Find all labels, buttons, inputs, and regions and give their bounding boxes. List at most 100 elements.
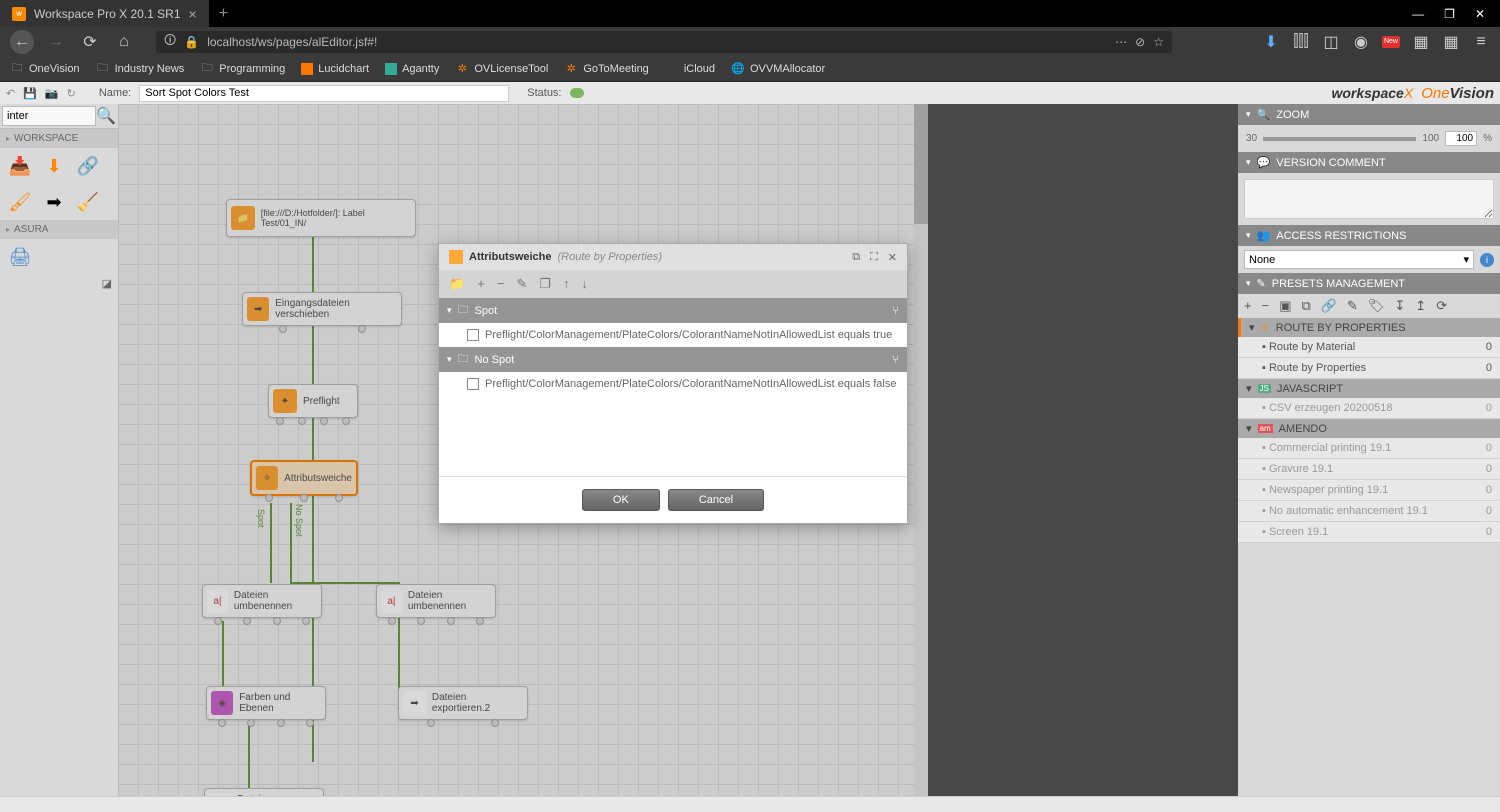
bookmark-industry-news[interactable]: 🗀Industry News	[96, 62, 185, 76]
nav-back-button[interactable]: ←	[10, 30, 34, 54]
expand-icon[interactable]: ⛶	[870, 251, 878, 264]
bookmark-programming[interactable]: 🗀Programming	[200, 62, 285, 76]
tool-clean-icon[interactable]: 🧹	[76, 190, 100, 214]
node-preflight[interactable]: ✦ Preflight	[268, 384, 358, 418]
screenshot-icon[interactable]: ◫	[1322, 33, 1340, 51]
new-badge-icon[interactable]: New	[1382, 36, 1400, 48]
bookmark-agantty[interactable]: Agantty	[385, 63, 439, 75]
bottom-scrollbar[interactable]	[0, 796, 1500, 812]
node-exportieren[interactable]: ➡ Dateien exportieren	[204, 788, 324, 796]
node-attributsweiche[interactable]: ✧ Attributsweiche	[250, 460, 358, 496]
preset-item[interactable]: ▪ Screen 19.10	[1238, 522, 1500, 543]
bookmark-gotomeeting[interactable]: ✲GoToMeeting	[564, 62, 648, 76]
bookmark-star-icon[interactable]: ☆	[1153, 35, 1164, 49]
tool-print-icon[interactable]: 🖨	[8, 245, 32, 269]
maximize-icon[interactable]: ❐	[1444, 7, 1455, 21]
access-select[interactable]: None▾	[1244, 250, 1474, 269]
branch-icon[interactable]: ⑂	[892, 354, 899, 366]
minimize-icon[interactable]: —	[1412, 7, 1424, 21]
refresh-icon[interactable]: ↻	[67, 87, 76, 100]
protection-icon[interactable]: ⊘	[1135, 35, 1145, 49]
tool-import-icon[interactable]: 📥	[8, 154, 32, 178]
access-restrictions-header[interactable]: 👥ACCESS RESTRICTIONS	[1238, 225, 1500, 246]
unlink-icon[interactable]: ⧉	[852, 251, 860, 264]
new-tab-button[interactable]: +	[219, 5, 228, 23]
copy-icon[interactable]: ❐	[539, 276, 551, 292]
new-folder-icon[interactable]: 📁	[449, 276, 465, 292]
workspace-section-header[interactable]: WORKSPACE	[0, 129, 118, 148]
tool-brush-icon[interactable]: 🖌	[8, 190, 32, 214]
url-menu-icon[interactable]: ⋯	[1115, 35, 1127, 49]
import-icon[interactable]: ↧	[1394, 298, 1405, 314]
info-icon[interactable]: i	[1480, 253, 1494, 267]
preset-item[interactable]: ▪ No automatic enhancement 19.10	[1238, 501, 1500, 522]
tool-link-icon[interactable]: 🔗	[76, 154, 100, 178]
node-exportieren-2[interactable]: ➡ Dateien exportieren.2	[398, 686, 528, 720]
download-icon[interactable]: ⬇	[1262, 33, 1280, 51]
node-eingang[interactable]: ➡ Eingangsdateien verschieben	[242, 292, 402, 326]
copy-icon[interactable]: ⧉	[1301, 298, 1310, 314]
workflow-name-input[interactable]	[139, 85, 509, 102]
preset-item[interactable]: ▪ Commercial printing 19.10	[1238, 438, 1500, 459]
preset-group-javascript[interactable]: ▾JSJAVASCRIPT	[1238, 379, 1500, 398]
library-icon[interactable]: ⫿⫿⫿	[1292, 33, 1310, 51]
tag-icon[interactable]: 🏷	[1368, 298, 1385, 314]
version-comment-header[interactable]: 💬VERSION COMMENT	[1238, 152, 1500, 173]
preset-item[interactable]: ▪ Gravure 19.10	[1238, 459, 1500, 480]
add-icon[interactable]: +	[477, 276, 485, 292]
browser-tab[interactable]: w Workspace Pro X 20.1 SR1 ×	[0, 0, 209, 27]
group-spot[interactable]: 🗀Spot⑂	[439, 298, 907, 323]
bookmark-icloud[interactable]: iCloud	[665, 62, 715, 76]
bookmark-onevision[interactable]: 🗀OneVision	[10, 62, 80, 76]
zoom-value-input[interactable]	[1445, 131, 1477, 146]
remove-icon[interactable]: −	[1262, 298, 1270, 314]
save-icon[interactable]: 💾	[23, 87, 37, 100]
bookmark-ovvmallocator[interactable]: 🌐OVVMAllocator	[731, 62, 825, 76]
edit-icon[interactable]: ✎	[1347, 298, 1358, 314]
search-icon[interactable]: 🔍	[96, 106, 116, 126]
rule-row[interactable]: Preflight/ColorManagement/PlateColors/Co…	[439, 323, 907, 347]
preset-group-route[interactable]: ▾✧ROUTE BY PROPERTIES	[1238, 318, 1500, 337]
folder-icon[interactable]: ▣	[1279, 298, 1291, 314]
tool-export-icon[interactable]: ➡	[42, 190, 66, 214]
presets-management-header[interactable]: ✎PRESETS MANAGEMENT	[1238, 273, 1500, 294]
node-hotfolder[interactable]: 📁 [file:///D:/Hotfolder/]: Label Test/01…	[226, 199, 416, 237]
version-comment-input[interactable]	[1244, 179, 1494, 219]
rule-row[interactable]: Preflight/ColorManagement/PlateColors/Co…	[439, 372, 907, 396]
camera-icon[interactable]: 📷	[45, 87, 59, 100]
bookmark-ovlicensetool[interactable]: ✲OVLicenseTool	[455, 62, 548, 76]
panel-expand-icon[interactable]: ◪	[96, 275, 118, 292]
ok-button[interactable]: OK	[582, 489, 660, 511]
url-bar[interactable]: 🛈 🔒 localhost/ws/pages/alEditor.jsf#! ⋯ …	[156, 31, 1172, 53]
nav-refresh-button[interactable]: ⟳	[78, 30, 102, 54]
nav-home-button[interactable]: ⌂	[112, 30, 136, 54]
undo-icon[interactable]: ↶	[6, 87, 15, 100]
move-down-icon[interactable]: ↓	[581, 276, 588, 292]
node-farben[interactable]: ◈ Farben und Ebenen	[206, 686, 326, 720]
refresh-icon[interactable]: ⟳	[1436, 298, 1447, 314]
move-up-icon[interactable]: ↑	[563, 276, 570, 292]
nav-forward-button[interactable]: →	[44, 30, 68, 54]
preset-group-amendo[interactable]: ▾amAMENDO	[1238, 419, 1500, 438]
cancel-button[interactable]: Cancel	[668, 489, 764, 511]
close-icon[interactable]: ✕	[1475, 7, 1485, 21]
asura-section-header[interactable]: ASURA	[0, 220, 118, 239]
node-umbenennen-1[interactable]: a| Dateien umbenennen	[202, 584, 322, 618]
branch-icon[interactable]: ⑂	[892, 305, 899, 317]
tool-download-icon[interactable]: ⬇	[42, 154, 66, 178]
bookmark-lucidchart[interactable]: Lucidchart	[301, 63, 369, 75]
remove-icon[interactable]: −	[497, 276, 505, 292]
add-icon[interactable]: +	[1244, 298, 1252, 314]
node-umbenennen-2[interactable]: a| Dateien umbenennen	[376, 584, 496, 618]
group-no-spot[interactable]: 🗀No Spot⑂	[439, 347, 907, 372]
extension-icon-2[interactable]: ▦	[1442, 33, 1460, 51]
extension-icon-1[interactable]: ▦	[1412, 33, 1430, 51]
zoom-section-header[interactable]: 🔍ZOOM	[1238, 104, 1500, 125]
dialog-header[interactable]: Attributsweiche (Route by Properties) ⧉ …	[439, 244, 907, 270]
menu-icon[interactable]: ≡	[1472, 33, 1490, 51]
preset-item[interactable]: ▪ Route by Material0	[1238, 337, 1500, 358]
close-icon[interactable]: ✕	[888, 251, 897, 264]
account-icon[interactable]: ◉	[1352, 33, 1370, 51]
tool-search-input[interactable]	[2, 106, 96, 126]
link-icon[interactable]: 🔗	[1321, 298, 1337, 314]
